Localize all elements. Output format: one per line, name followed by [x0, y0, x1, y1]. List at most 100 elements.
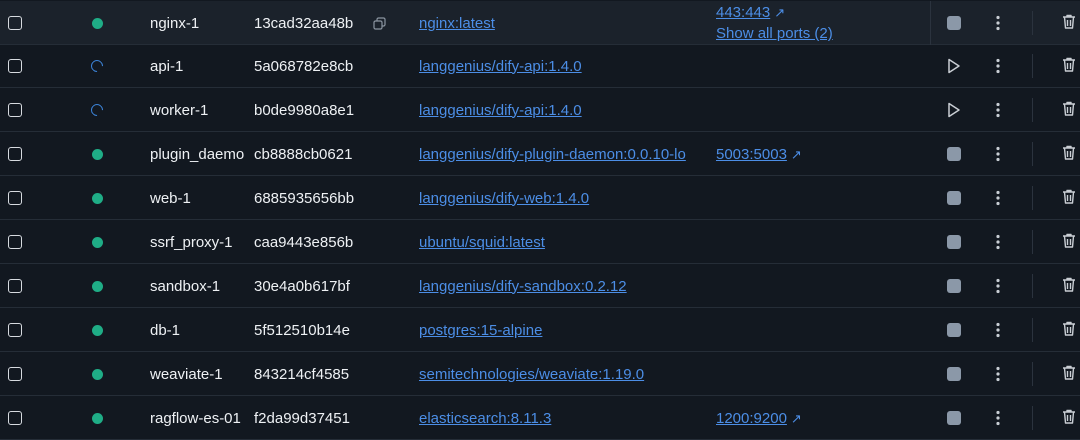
more-actions-button[interactable]: [988, 220, 1008, 264]
delete-button[interactable]: [1058, 88, 1080, 132]
delete-button[interactable]: [1058, 396, 1080, 440]
checkbox-box[interactable]: [8, 367, 22, 381]
checkbox-box[interactable]: [8, 191, 22, 205]
more-actions-button[interactable]: [988, 352, 1008, 396]
delete-button[interactable]: [1058, 352, 1080, 396]
image-link[interactable]: langgenius/dify-api:1.4.0: [419, 58, 582, 75]
row-checkbox[interactable]: [8, 396, 23, 440]
row-checkbox[interactable]: [8, 1, 23, 45]
start-button[interactable]: [942, 44, 966, 88]
image-link[interactable]: langgenius/dify-plugin-daemon:0.0.10-lo: [419, 146, 686, 163]
stop-icon[interactable]: [947, 191, 961, 205]
checkbox-box[interactable]: [8, 16, 22, 30]
delete-button[interactable]: [1058, 176, 1080, 220]
container-name[interactable]: nginx-1: [150, 1, 248, 45]
running-dot-icon: [91, 368, 103, 380]
stop-icon[interactable]: [947, 279, 961, 293]
container-name[interactable]: plugin_daemo: [150, 132, 248, 176]
checkbox-box[interactable]: [8, 103, 22, 117]
more-actions-button[interactable]: [988, 264, 1008, 308]
start-button[interactable]: [942, 88, 966, 132]
trash-icon[interactable]: [1061, 232, 1077, 253]
stop-icon[interactable]: [947, 235, 961, 249]
image-link[interactable]: langgenius/dify-sandbox:0.2.12: [419, 278, 627, 295]
container-name[interactable]: worker-1: [150, 88, 248, 132]
copy-icon[interactable]: [373, 1, 387, 45]
image-link[interactable]: postgres:15-alpine: [419, 322, 542, 339]
row-checkbox[interactable]: [8, 132, 23, 176]
table-row: db-1 5f512510b14e postgres:15-alpine: [0, 308, 1080, 352]
row-checkbox[interactable]: [8, 220, 23, 264]
stop-icon[interactable]: [947, 323, 961, 337]
row-checkbox[interactable]: [8, 264, 23, 308]
checkbox-box[interactable]: [8, 59, 22, 73]
port-link[interactable]: 1200:9200: [716, 410, 787, 427]
play-icon[interactable]: [947, 58, 961, 74]
stop-button[interactable]: [942, 220, 966, 264]
trash-icon[interactable]: [1061, 13, 1077, 34]
show-all-ports-link[interactable]: Show all ports (2): [716, 23, 833, 44]
delete-button[interactable]: [1058, 132, 1080, 176]
trash-icon[interactable]: [1061, 320, 1077, 341]
stop-button[interactable]: [942, 308, 966, 352]
row-checkbox[interactable]: [8, 88, 23, 132]
port-link[interactable]: 5003:5003: [716, 146, 787, 163]
delete-button[interactable]: [1058, 1, 1080, 45]
delete-button[interactable]: [1058, 308, 1080, 352]
stop-icon[interactable]: [947, 147, 961, 161]
container-name[interactable]: api-1: [150, 44, 248, 88]
container-name[interactable]: ragflow-es-01: [150, 396, 248, 440]
image-link[interactable]: langgenius/dify-web:1.4.0: [419, 190, 589, 207]
stop-button[interactable]: [942, 132, 966, 176]
image-link[interactable]: elasticsearch:8.11.3: [419, 410, 551, 427]
trash-icon[interactable]: [1061, 100, 1077, 121]
more-actions-button[interactable]: [988, 44, 1008, 88]
image-link[interactable]: nginx:latest: [419, 15, 495, 32]
stop-button[interactable]: [942, 264, 966, 308]
play-icon[interactable]: [947, 102, 961, 118]
delete-button[interactable]: [1058, 44, 1080, 88]
stop-button[interactable]: [942, 1, 966, 45]
trash-icon[interactable]: [1061, 144, 1077, 165]
delete-button[interactable]: [1058, 264, 1080, 308]
stop-icon[interactable]: [947, 367, 961, 381]
row-checkbox[interactable]: [8, 352, 23, 396]
more-actions-button[interactable]: [988, 1, 1008, 45]
trash-icon[interactable]: [1061, 364, 1077, 385]
checkbox-box[interactable]: [8, 411, 22, 425]
more-actions-button[interactable]: [988, 308, 1008, 352]
container-name[interactable]: db-1: [150, 308, 248, 352]
stop-button[interactable]: [942, 396, 966, 440]
container-name[interactable]: sandbox-1: [150, 264, 248, 308]
container-name[interactable]: web-1: [150, 176, 248, 220]
image-link[interactable]: semitechnologies/weaviate:1.19.0: [419, 366, 644, 383]
external-link-icon[interactable]: ↗: [791, 147, 802, 162]
row-checkbox[interactable]: [8, 176, 23, 220]
more-actions-button[interactable]: [988, 396, 1008, 440]
image-link[interactable]: ubuntu/squid:latest: [419, 234, 545, 251]
external-link-icon[interactable]: ↗: [774, 5, 785, 20]
checkbox-box[interactable]: [8, 147, 22, 161]
stop-button[interactable]: [942, 176, 966, 220]
checkbox-box[interactable]: [8, 235, 22, 249]
port-link[interactable]: 443:443: [716, 4, 770, 21]
container-name[interactable]: ssrf_proxy-1: [150, 220, 248, 264]
more-actions-button[interactable]: [988, 88, 1008, 132]
image-link[interactable]: langgenius/dify-api:1.4.0: [419, 102, 582, 119]
checkbox-box[interactable]: [8, 279, 22, 293]
stop-icon[interactable]: [947, 16, 961, 30]
trash-icon[interactable]: [1061, 408, 1077, 429]
stop-icon[interactable]: [947, 411, 961, 425]
container-name[interactable]: weaviate-1: [150, 352, 248, 396]
row-checkbox[interactable]: [8, 308, 23, 352]
more-actions-button[interactable]: [988, 132, 1008, 176]
trash-icon[interactable]: [1061, 56, 1077, 77]
trash-icon[interactable]: [1061, 188, 1077, 209]
stop-button[interactable]: [942, 352, 966, 396]
row-checkbox[interactable]: [8, 44, 23, 88]
trash-icon[interactable]: [1061, 276, 1077, 297]
delete-button[interactable]: [1058, 220, 1080, 264]
checkbox-box[interactable]: [8, 323, 22, 337]
more-actions-button[interactable]: [988, 176, 1008, 220]
external-link-icon[interactable]: ↗: [791, 411, 802, 426]
